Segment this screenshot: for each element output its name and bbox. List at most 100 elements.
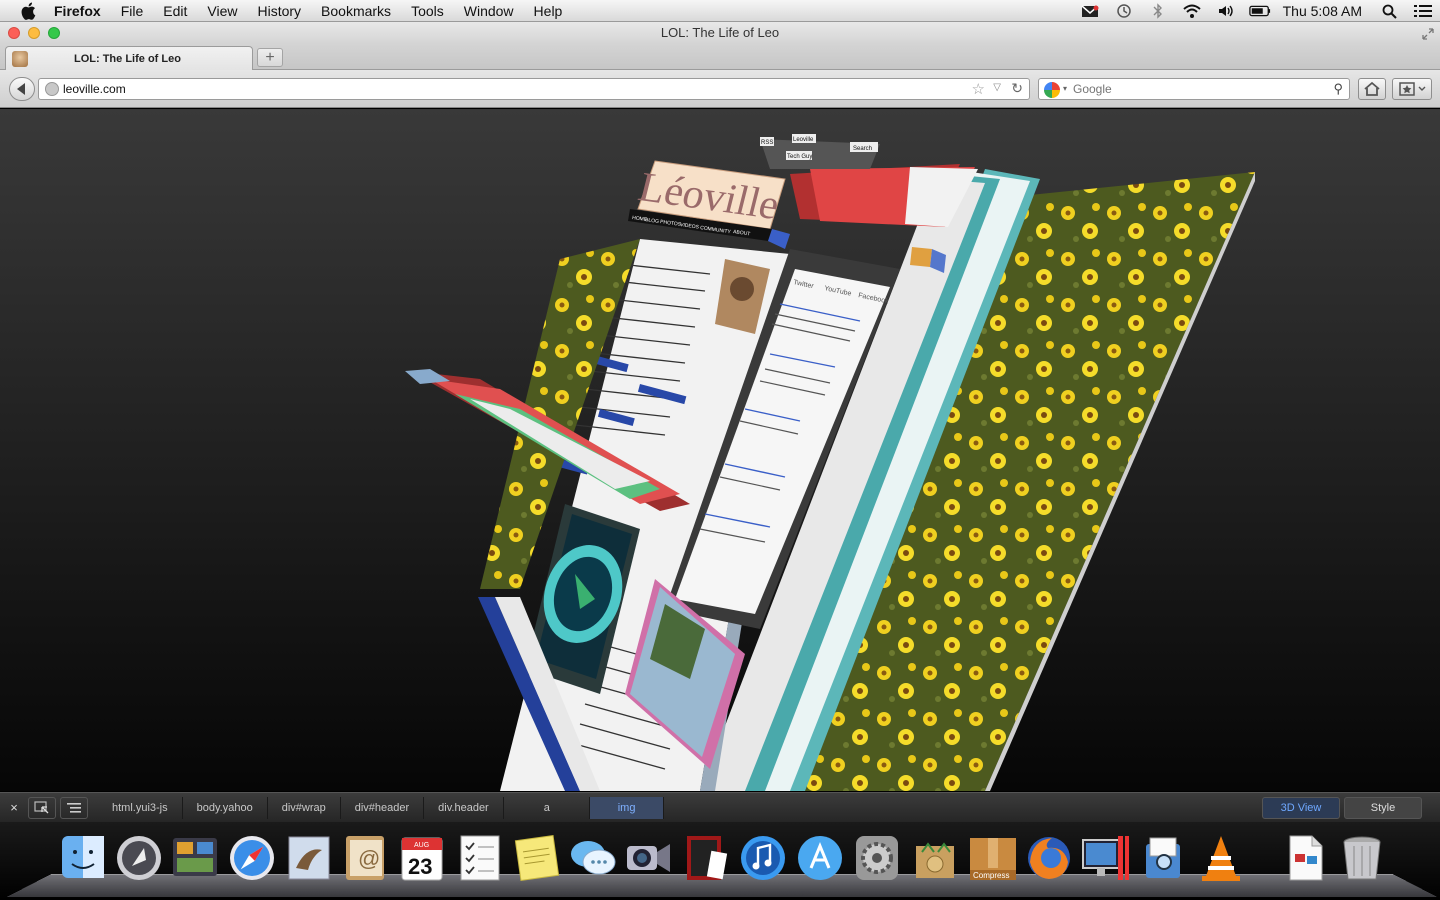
vlc-icon[interactable] <box>1196 832 1246 884</box>
bookmarks-menu-button[interactable] <box>1392 78 1432 100</box>
menubar: Firefox File Edit View History Bookmarks… <box>0 0 1440 22</box>
search-input[interactable] <box>1073 81 1323 97</box>
home-icon <box>1364 81 1380 96</box>
search-bar[interactable]: ▾ ⚲ <box>1038 78 1350 100</box>
tilt-3d-viewport[interactable]: Léoville HOME BLOG PHOTOS VIDEOS COMMUNI… <box>0 109 1440 791</box>
mission-control-icon[interactable] <box>170 832 220 884</box>
breadcrumb-div-wrap[interactable]: div#wrap <box>268 796 341 819</box>
url-bar[interactable]: leoville.com ☆ ▽ ↻ <box>38 78 1030 100</box>
firefox-icon[interactable] <box>1024 832 1074 884</box>
new-tab-button[interactable]: + <box>257 48 283 67</box>
dock: @ AUG 23 Compress <box>0 822 1440 900</box>
messages-icon[interactable] <box>568 832 618 884</box>
tab-label: LOL: The Life of Leo <box>74 52 181 65</box>
site-identity-icon[interactable] <box>45 82 59 96</box>
style-button[interactable]: Style <box>1344 797 1422 819</box>
breadcrumb-a[interactable]: a <box>504 796 590 819</box>
reload-icon[interactable]: ↻ <box>1011 80 1023 97</box>
notification-center-icon[interactable] <box>1412 3 1434 19</box>
document-icon[interactable] <box>1280 832 1330 884</box>
stickies-icon[interactable] <box>512 832 562 884</box>
system-preferences-icon[interactable] <box>852 832 902 884</box>
mail-app-icon[interactable] <box>284 832 334 884</box>
inspect-element-button[interactable] <box>28 796 56 819</box>
calendar-icon[interactable]: AUG 23 <box>397 832 447 884</box>
display-settings-icon[interactable] <box>1080 832 1130 884</box>
tab-lol-life-of-leo[interactable]: LOL: The Life of Leo <box>5 46 253 70</box>
tab-strip: LOL: The Life of Leo + <box>0 44 1440 70</box>
menubar-clock[interactable]: Thu 5:08 AM <box>1283 3 1362 19</box>
scene-nav-blog: BLOG <box>645 217 660 225</box>
scene-link-techguy: Tech Guy <box>787 154 812 160</box>
favicon-icon <box>12 50 28 67</box>
wifi-icon[interactable] <box>1181 3 1203 19</box>
reminders-icon[interactable] <box>455 832 505 884</box>
breadcrumb-img[interactable]: img <box>589 796 665 819</box>
contacts-icon[interactable]: @ <box>340 832 390 884</box>
bluetooth-icon[interactable] <box>1147 3 1169 19</box>
search-magnifier-icon[interactable]: ⚲ <box>1333 81 1343 97</box>
photo-booth-icon[interactable] <box>681 832 731 884</box>
url-text[interactable]: leoville.com <box>63 82 126 96</box>
url-history-dropdown-icon[interactable]: ▽ <box>993 82 1001 93</box>
menu-tools[interactable]: Tools <box>411 0 444 22</box>
menu-help[interactable]: Help <box>534 0 563 22</box>
scene-link-rss: RSS <box>761 140 773 146</box>
scene-search-label: Search <box>853 146 872 152</box>
preview-icon[interactable] <box>1138 832 1188 884</box>
close-window-button[interactable] <box>8 27 20 39</box>
battery-icon[interactable] <box>1248 3 1271 19</box>
html-breadcrumbs: html.yui3-js body.yahoo div#wrap div#hea… <box>98 796 665 819</box>
menu-app-firefox[interactable]: Firefox <box>54 0 101 22</box>
launchpad-icon[interactable] <box>114 832 164 884</box>
compress-app-icon[interactable]: Compress <box>966 832 1020 884</box>
markup-panel-button[interactable] <box>60 796 88 819</box>
menu-file[interactable]: File <box>121 0 144 22</box>
home-button[interactable] <box>1358 78 1386 100</box>
menu-history[interactable]: History <box>257 0 301 22</box>
bookmark-star-icon[interactable]: ☆ <box>972 80 985 98</box>
window-title: LOL: The Life of Leo <box>660 25 780 40</box>
scene-link-leoville: Leoville <box>793 137 814 143</box>
markup-lines-icon <box>67 802 81 813</box>
calendar-day: 23 <box>408 854 432 879</box>
inspect-pointer-icon <box>34 800 49 813</box>
engine-dropdown-icon[interactable]: ▾ <box>1063 84 1067 93</box>
trash-icon[interactable] <box>1337 832 1387 884</box>
menu-bookmarks[interactable]: Bookmarks <box>321 0 391 22</box>
menu-edit[interactable]: Edit <box>163 0 187 22</box>
archive-utility-icon[interactable] <box>910 832 960 884</box>
zoom-window-button[interactable] <box>48 27 60 39</box>
breadcrumb-html[interactable]: html.yui3-js <box>98 796 183 819</box>
svg-text:@: @ <box>358 846 380 871</box>
breadcrumb-div-header[interactable]: div#header <box>341 796 425 819</box>
back-arrow-icon <box>17 83 25 95</box>
apple-icon[interactable] <box>18 0 40 22</box>
google-engine-icon[interactable] <box>1044 82 1060 98</box>
navigation-toolbar: leoville.com ☆ ▽ ↻ ▾ ⚲ <box>0 70 1440 108</box>
volume-icon[interactable] <box>1215 3 1237 19</box>
mail-icon[interactable] <box>1079 3 1101 19</box>
time-machine-icon[interactable] <box>1113 3 1135 19</box>
tilt-3d-scene[interactable]: Léoville HOME BLOG PHOTOS VIDEOS COMMUNI… <box>0 109 1440 791</box>
menu-view[interactable]: View <box>207 0 237 22</box>
window-titlebar: LOL: The Life of Leo <box>0 22 1440 44</box>
3d-view-button[interactable]: 3D View <box>1262 797 1340 819</box>
fullscreen-icon[interactable] <box>1421 27 1435 41</box>
breadcrumb-div-header-class[interactable]: div.header <box>424 796 504 819</box>
bookmarks-icon <box>1399 82 1426 96</box>
itunes-icon[interactable] <box>738 832 788 884</box>
safari-icon[interactable] <box>227 832 277 884</box>
calendar-month: AUG <box>414 842 429 849</box>
app-store-icon[interactable] <box>795 832 845 884</box>
spotlight-search-icon[interactable] <box>1378 3 1400 19</box>
back-button[interactable] <box>9 77 35 101</box>
breadcrumb-body[interactable]: body.yahoo <box>183 796 268 819</box>
menu-window[interactable]: Window <box>464 0 514 22</box>
devtools-inspector-bar: × html.yui3-js body.yahoo div#wrap div#h… <box>0 792 1440 822</box>
finder-icon[interactable] <box>58 832 108 884</box>
close-inspector-button[interactable]: × <box>0 800 28 815</box>
minimize-window-button[interactable] <box>28 27 40 39</box>
compress-label: Compress <box>973 871 1009 880</box>
facetime-icon[interactable] <box>624 832 674 884</box>
